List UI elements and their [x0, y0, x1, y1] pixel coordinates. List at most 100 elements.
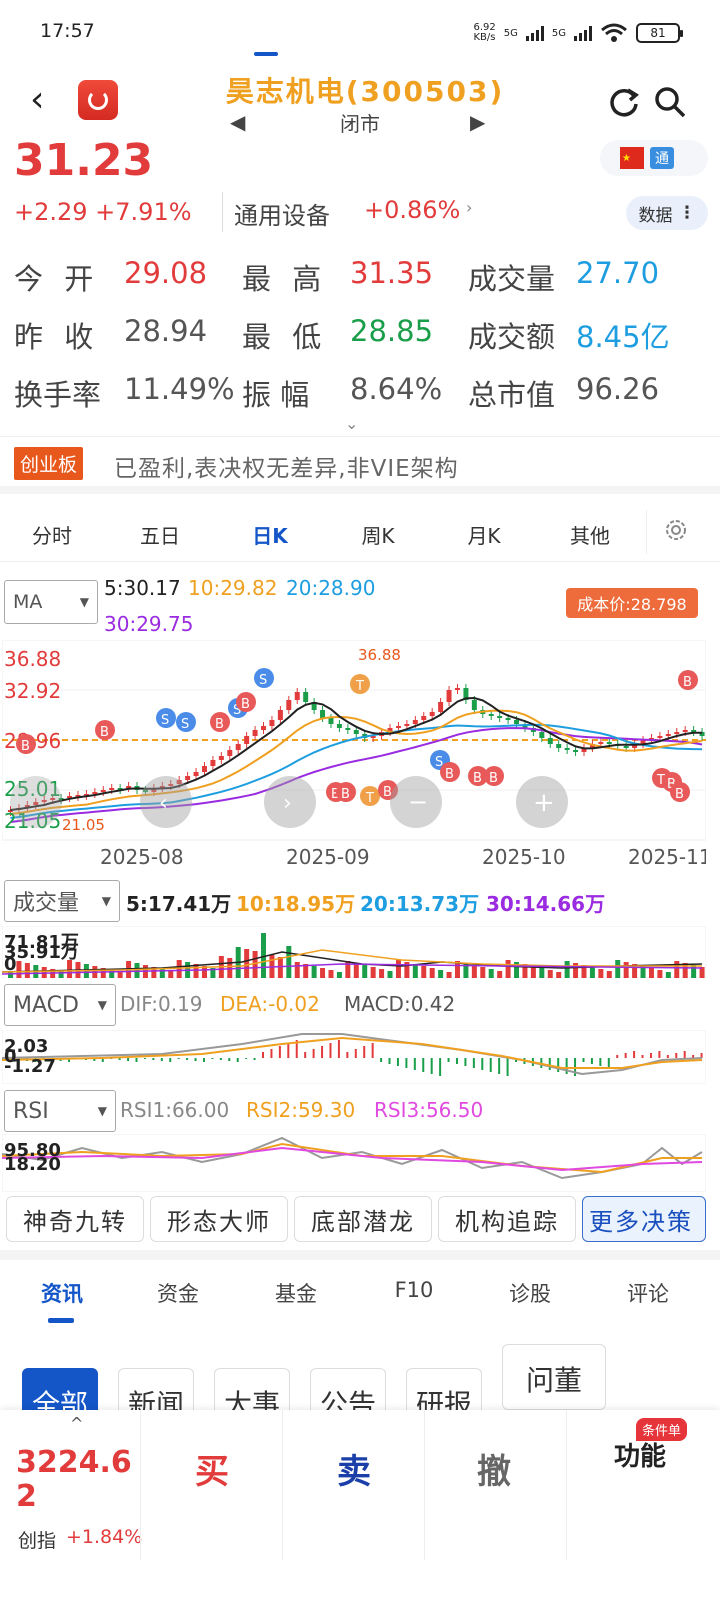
tab-f10[interactable]: F10 [364, 1278, 464, 1302]
rsi-selector[interactable]: RSI ▼ [4, 1090, 116, 1132]
macd-chart[interactable]: 2.03 0 -1.27 [2, 1030, 706, 1084]
tab-intraday[interactable]: 分时 [12, 520, 92, 549]
macd-bar [186, 1058, 189, 1060]
macd-bar [430, 1058, 433, 1074]
volume-bar [446, 972, 452, 978]
volume-bar [117, 972, 123, 978]
macd-bar [321, 1046, 324, 1058]
gear-icon[interactable] [662, 516, 690, 544]
tool-pattern-master[interactable]: 形态大师 [150, 1196, 288, 1242]
x-label-aug: 2025-08 [100, 845, 184, 869]
volume-bar [328, 970, 334, 978]
macd-bar [439, 1058, 442, 1076]
candle [556, 744, 562, 748]
tool-institution-track[interactable]: 机构追踪 [438, 1196, 576, 1242]
tab-fund[interactable]: 基金 [246, 1278, 346, 1308]
candle [547, 738, 553, 744]
volume-bar [505, 960, 511, 978]
volume-bar [277, 957, 283, 978]
candle [320, 710, 326, 718]
rsi1-legend: RSI1:66.00 [120, 1098, 230, 1122]
tab-weekly-k[interactable]: 周K [338, 520, 418, 549]
x-label-oct: 2025-10 [482, 845, 566, 869]
candle [454, 688, 460, 690]
sell-button[interactable]: 卖 [304, 1444, 404, 1493]
candle [261, 726, 267, 730]
candle [227, 750, 233, 756]
status-bar: 17:57 6.92 KB/s 5G 5G 81 [0, 0, 720, 64]
volume-bar [564, 961, 570, 978]
macd-bar [658, 1051, 661, 1058]
divider [282, 1410, 283, 1560]
candle [269, 720, 275, 726]
chip-ask-board[interactable]: 问董 [502, 1344, 606, 1410]
quick-tools: 神奇九转 形态大师 底部潜龙 机构追踪 更多决策 [0, 1196, 720, 1246]
refresh-icon[interactable] [606, 84, 642, 120]
board-badge: 创业板 [14, 447, 84, 480]
chevron-up-icon[interactable]: ^ [70, 1414, 83, 1433]
tab-five-day[interactable]: 五日 [120, 520, 200, 549]
buy-button[interactable]: 买 [162, 1444, 262, 1493]
turnover-value: 11.49% [124, 372, 235, 406]
amount-label: 成交额 [468, 320, 556, 354]
macd-selector-label: MACD [13, 992, 79, 1018]
signal-label-1: 5G [503, 27, 518, 39]
back-button[interactable]: ‹ [30, 80, 60, 124]
next-stock-arrow-icon[interactable]: ▶ [470, 110, 485, 134]
rsi-chart[interactable]: 95.80 18.20 [2, 1134, 706, 1192]
bottom-trade-bar: ^ 3224.62 创指 +1.84% 买 卖 撤 功能 条件单 [0, 1410, 720, 1600]
volume-bar [623, 962, 629, 978]
candle [353, 730, 359, 734]
cancel-order-button[interactable]: 撤 [444, 1444, 544, 1493]
volume-bar [471, 965, 477, 978]
candle [193, 772, 199, 776]
volume-chart[interactable]: 71.81万 35.91万 0 [2, 926, 706, 978]
tab-other[interactable]: 其他 [550, 520, 630, 549]
macd-bar [194, 1058, 197, 1061]
volume-bar [691, 965, 697, 978]
china-flag-icon: ★ [620, 147, 644, 169]
volume-bar [598, 969, 604, 978]
macd-selector[interactable]: MACD ▼ [4, 984, 116, 1026]
tool-more-decisions[interactable]: 更多决策 [582, 1196, 706, 1242]
volume-selector[interactable]: 成交量 ▼ [4, 880, 120, 922]
sector-name[interactable]: 通用设备 [234, 196, 330, 231]
candle [488, 714, 494, 716]
kline-chart[interactable]: 36.88 32.92 28.96 25.01 21.05 36.88 21.0… [2, 640, 706, 876]
data-button[interactable]: 数据 ⋮ [626, 196, 708, 230]
macd-bar [675, 1053, 678, 1058]
ma-selector[interactable]: MA ▼ [4, 580, 98, 624]
tab-news[interactable]: 资讯 [12, 1278, 112, 1308]
volume-bar [379, 969, 385, 978]
prev-stock-arrow-icon[interactable]: ◀ [230, 110, 245, 134]
tab-capital[interactable]: 资金 [128, 1278, 228, 1308]
macd-bar [616, 1055, 619, 1058]
index-change: +1.84% [66, 1526, 143, 1548]
volume-bar [421, 966, 427, 978]
tool-nine-turns[interactable]: 神奇九转 [6, 1196, 144, 1242]
expand-chevron-icon[interactable]: ⌄ [345, 414, 358, 433]
macd-bar [177, 1058, 180, 1059]
info-tabs: 资讯 资金 基金 F10 诊股 评论 [0, 1262, 720, 1326]
macd-bar [354, 1049, 357, 1058]
function-button[interactable]: 功能 [600, 1436, 680, 1473]
connect-badge[interactable]: ★ 通 [600, 140, 708, 176]
cost-price-badge[interactable]: 成本价:28.798 [566, 588, 698, 618]
search-icon[interactable] [652, 84, 688, 120]
tab-diagnose[interactable]: 诊股 [480, 1278, 580, 1308]
chevron-right-icon[interactable]: › [466, 198, 472, 217]
macd-bar [202, 1058, 205, 1062]
candle [429, 712, 435, 716]
vol10-legend: 10:18.95万 [236, 892, 356, 916]
candle [328, 718, 334, 724]
tab-comments[interactable]: 评论 [598, 1278, 698, 1308]
tool-bottom-dragon[interactable]: 底部潜龙 [294, 1196, 432, 1242]
sector-change[interactable]: +0.86% [364, 196, 460, 224]
candle [657, 736, 663, 738]
svg-text:B: B [489, 771, 498, 786]
tab-monthly-k[interactable]: 月K [444, 520, 524, 549]
dea-legend: DEA:-0.02 [220, 992, 320, 1016]
net-speed: 6.92 KB/s [473, 22, 496, 43]
tab-daily-k[interactable]: 日K [230, 520, 310, 549]
index-value[interactable]: 3224.62 [16, 1446, 136, 1514]
